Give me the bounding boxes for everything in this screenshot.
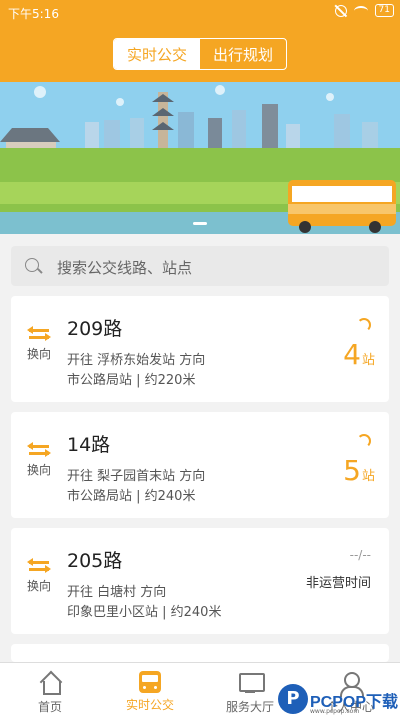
route-direction: 开往 白塘村 方向 印象巴里小区站 | 约240米 <box>67 583 221 623</box>
swap-direction-button[interactable]: 换向 <box>25 558 53 594</box>
swap-direction-button[interactable]: 换向 <box>25 326 53 362</box>
route-name: 205路 <box>67 550 123 572</box>
station-text: 印象巴里小区站 | 约240米 <box>67 605 222 620</box>
tab-trip-planning[interactable]: 出行规划 <box>200 39 286 69</box>
home-icon <box>38 671 62 695</box>
tab-home[interactable]: 首页 <box>0 663 100 720</box>
status-bar: 下午5:16 71 <box>0 0 400 26</box>
arrival-unit: 站 <box>361 469 375 484</box>
tab-label: 服务大厅 <box>225 700 274 714</box>
swap-icon <box>27 558 51 574</box>
arrival-count: 5 <box>343 454 361 487</box>
banner-carousel[interactable] <box>0 82 400 234</box>
watermark-logo: P <box>278 684 308 714</box>
monitor-icon <box>238 671 265 695</box>
route-name: 14路 <box>67 434 111 456</box>
route-name: 209路 <box>67 318 123 340</box>
carousel-indicator <box>193 222 207 225</box>
bus-icon <box>139 671 161 693</box>
tab-realtime-bus-nav[interactable]: 实时公交 <box>100 663 200 720</box>
arrival-stops: 4 站 <box>343 338 375 371</box>
route-card[interactable]: 换向 205路 开往 白塘村 方向 印象巴里小区站 | 约240米 --/-- … <box>11 528 389 634</box>
tab-label: 首页 <box>37 700 62 714</box>
header: 实时公交 出行规划 <box>0 26 400 82</box>
route-direction: 开往 浮桥东始发站 方向 市公路局站 | 约220米 <box>67 351 205 391</box>
tab-realtime-bus[interactable]: 实时公交 <box>114 39 200 69</box>
swap-icon <box>27 442 51 458</box>
status-icons: 71 <box>334 4 394 17</box>
arrival-unit: 站 <box>361 353 375 368</box>
arrival-placeholder: --/-- <box>349 548 371 562</box>
swap-label: 换向 <box>26 579 51 593</box>
arrival-stops: 5 站 <box>343 454 375 487</box>
loading-spinner-icon <box>357 318 371 332</box>
search-placeholder: 搜索公交线路、站点 <box>57 259 193 277</box>
non-operating-status: 非运营时间 <box>305 576 371 591</box>
route-direction: 开往 梨子园首末站 方向 市公路局站 | 约240米 <box>67 467 205 507</box>
watermark-url: www.pcpop.com <box>310 708 360 715</box>
loading-spinner-icon <box>357 434 371 448</box>
direction-text: 开往 浮桥东始发站 方向 <box>67 353 206 368</box>
direction-text: 开往 梨子园首末站 方向 <box>67 469 206 484</box>
swap-label: 换向 <box>26 347 51 361</box>
route-card-partial[interactable] <box>11 644 389 662</box>
direction-text: 开往 白塘村 方向 <box>67 585 167 600</box>
wifi-icon <box>353 5 368 16</box>
status-time: 下午5:16 <box>8 7 59 21</box>
mode-segment-control: 实时公交 出行规划 <box>113 38 287 70</box>
search-bar[interactable]: 搜索公交线路、站点 <box>11 246 389 286</box>
search-icon <box>25 258 39 272</box>
swap-label: 换向 <box>26 463 51 477</box>
route-card[interactable]: 换向 14路 开往 梨子园首末站 方向 市公路局站 | 约240米 5 站 <box>11 412 389 518</box>
station-text: 市公路局站 | 约220米 <box>67 373 196 388</box>
mute-icon <box>334 4 347 17</box>
station-text: 市公路局站 | 约240米 <box>67 489 196 504</box>
watermark: P PCPOP下载 www.pcpop.com <box>278 684 400 720</box>
route-card[interactable]: 换向 209路 开往 浮桥东始发站 方向 市公路局站 | 约220米 4 站 <box>11 296 389 402</box>
swap-direction-button[interactable]: 换向 <box>25 442 53 478</box>
battery-icon: 71 <box>374 4 394 17</box>
swap-icon <box>27 326 51 342</box>
tab-label: 实时公交 <box>125 698 174 712</box>
arrival-count: 4 <box>343 338 361 371</box>
banner-illustration <box>0 82 400 234</box>
